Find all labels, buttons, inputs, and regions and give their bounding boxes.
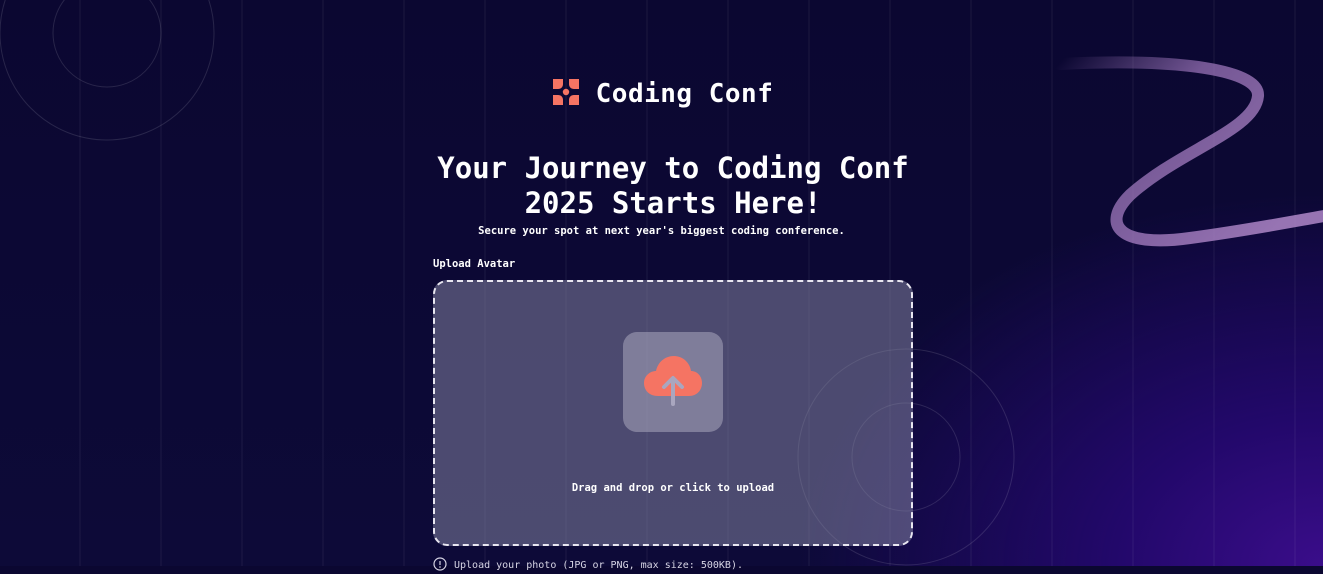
page-subtitle: Secure your spot at next year's biggest … [478, 225, 845, 237]
logo-icon [550, 76, 582, 112]
upload-icon-container [623, 332, 723, 432]
logo-text: Coding Conf [595, 79, 774, 109]
cloud-upload-icon [643, 352, 703, 412]
site-logo: Coding Conf [0, 76, 1323, 112]
dropzone-instruction: Drag and drop or click to upload [571, 482, 775, 494]
avatar-dropzone[interactable]: Drag and drop or click to upload [433, 280, 913, 546]
upload-avatar-label: Upload Avatar [433, 258, 516, 270]
decor-circle-outer-top-left [0, 0, 215, 141]
page-title: Your Journey to Coding Conf 2025 Starts … [437, 151, 909, 220]
decor-circle-inner-top-left [52, 0, 162, 88]
